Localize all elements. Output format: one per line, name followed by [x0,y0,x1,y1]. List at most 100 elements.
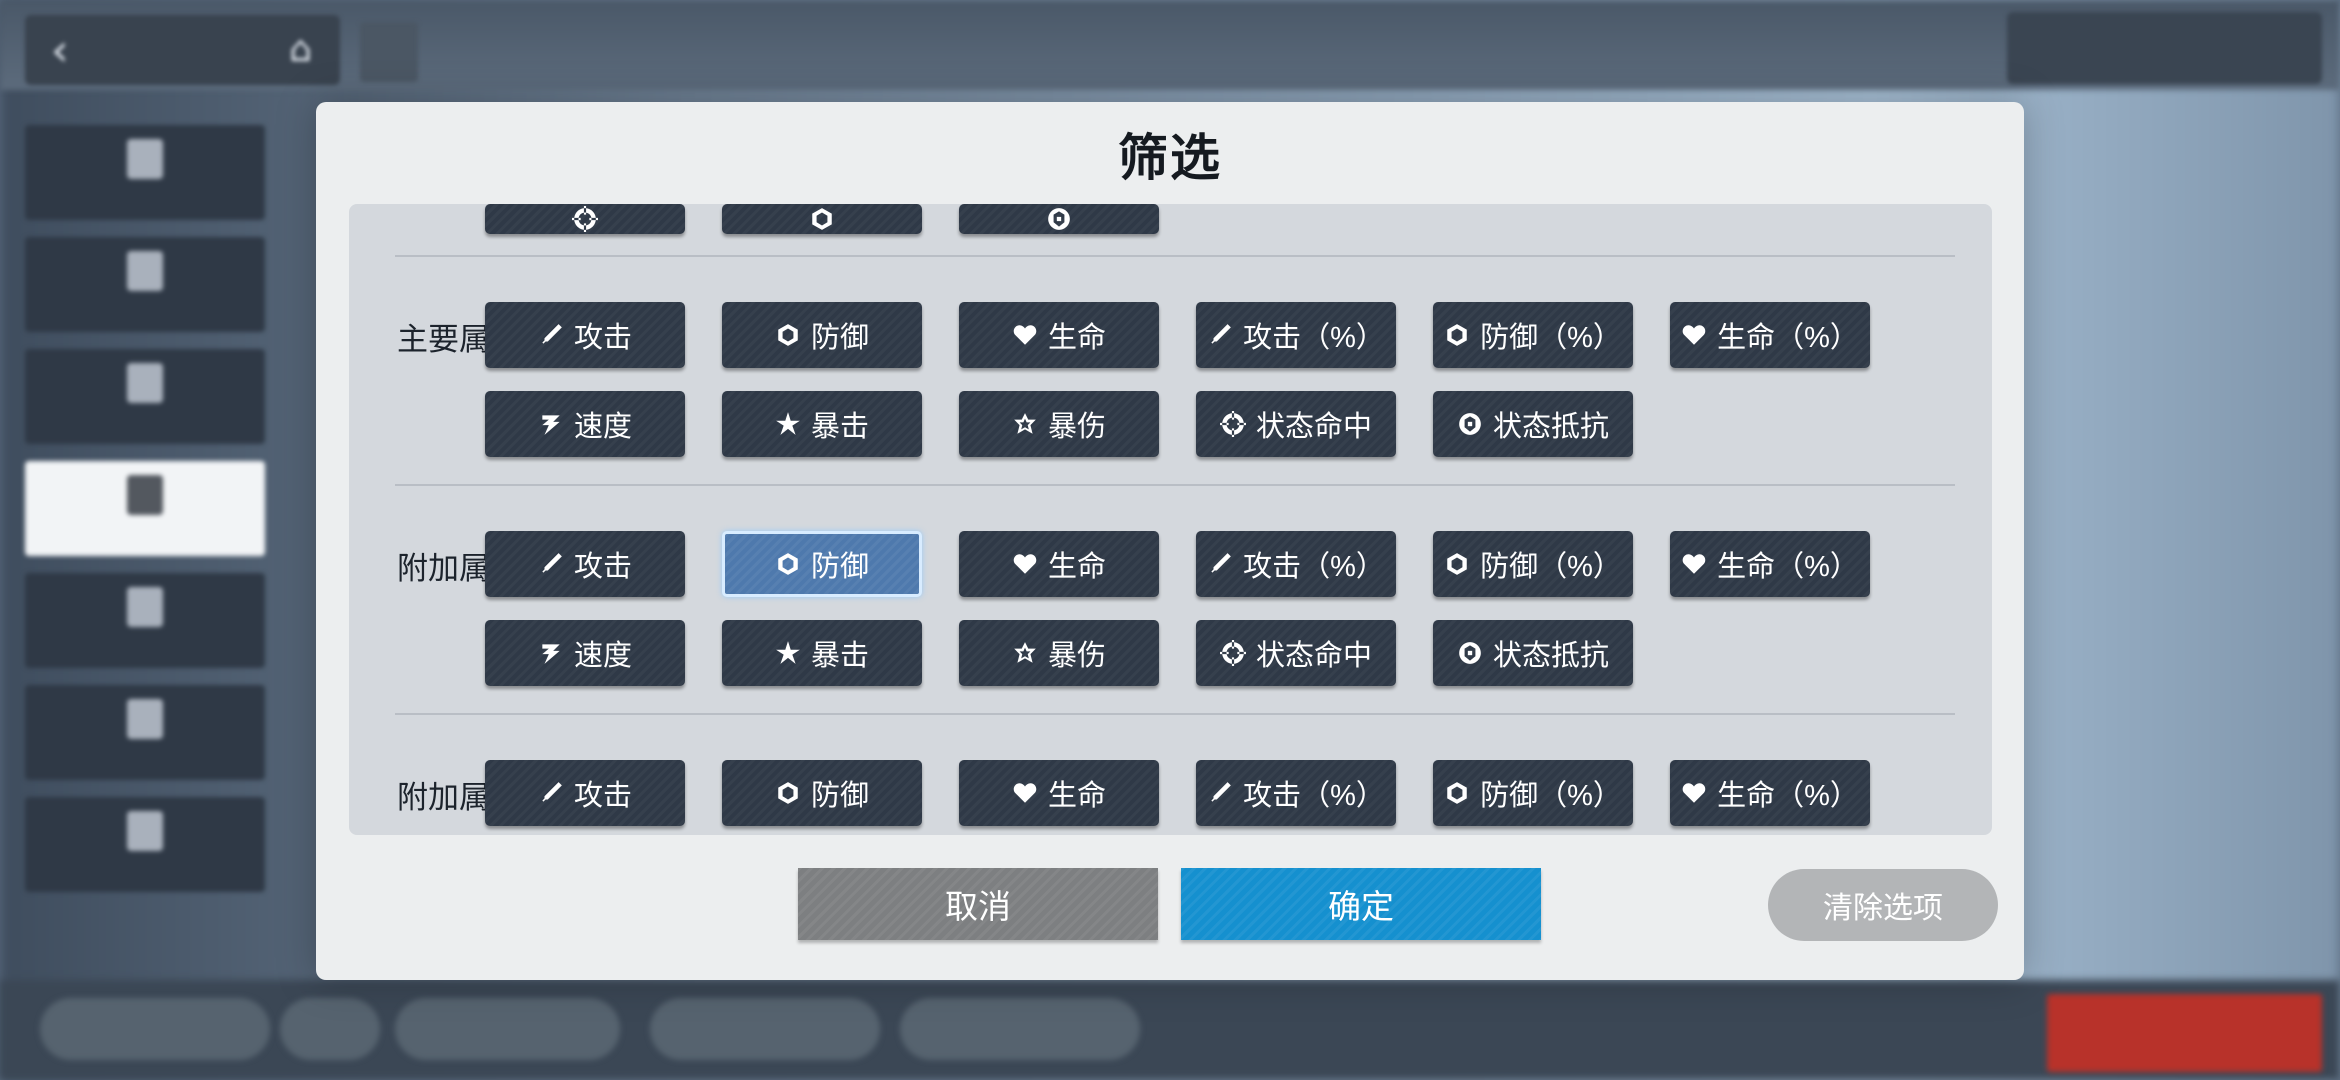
outline-star-icon [1012,411,1038,437]
partial-chip[interactable] [722,204,922,234]
filter-chip[interactable]: 生命 [959,760,1159,826]
filter-chip[interactable]: 状态命中 [1196,620,1396,686]
heart-icon [1012,551,1038,577]
chip-label: 攻击（%） [1243,551,1385,583]
section-divider [395,484,1955,486]
filter-chip[interactable]: 生命 [959,531,1159,597]
sword-icon [538,322,564,348]
chip-label: 状态抵抗 [1492,411,1609,443]
filter-chip[interactable]: 生命（%） [1670,531,1870,597]
filter-chip[interactable]: 暴伤 [959,391,1159,457]
background-sidebar-item-active [25,461,265,556]
filter-chip[interactable]: 状态抵抗 [1433,620,1633,686]
chip-label: 防御（%） [1480,780,1622,812]
chip-label: 防御（%） [1480,551,1622,583]
speed-icon [538,640,564,666]
filter-chip[interactable]: 防御（%） [1433,302,1633,368]
filter-chip[interactable]: 暴击 [722,620,922,686]
filter-chip[interactable]: 攻击 [485,760,685,826]
filter-chip[interactable]: 防御 [722,302,922,368]
section-divider [395,255,1955,257]
background-sidebar-item [25,685,265,780]
filter-chip[interactable]: 速度 [485,620,685,686]
section-divider [395,713,1955,715]
heart-icon [1681,780,1707,806]
chip-label: 攻击 [573,322,632,354]
filter-chip[interactable]: 生命（%） [1670,760,1870,826]
chip-label: 生命（%） [1717,551,1859,583]
background-sidebar-item [25,573,265,668]
background-pill [650,998,880,1060]
filter-dialog: 筛选 主要属性 攻击 防御 生命 攻击（%） 防御（%） 生命（%） 速度 暴击 暴伤 状态命中 状态… [316,102,2024,980]
filter-chip[interactable]: 攻击（%） [1196,531,1396,597]
chip-label: 攻击 [573,780,632,812]
partial-chip[interactable] [959,204,1159,234]
filter-chip[interactable]: 攻击 [485,302,685,368]
chip-label: 暴击 [810,640,869,672]
chip-label: 状态命中 [1255,640,1372,672]
chip-label: 速度 [573,640,632,672]
filter-chip[interactable]: 暴击 [722,391,922,457]
filter-chip[interactable]: 生命 [959,302,1159,368]
chip-label: 状态抵抗 [1492,640,1609,672]
hexagon-shield-icon [1444,551,1470,577]
sword-icon [1207,780,1233,806]
back-arrow-icon: ‹ [51,25,69,76]
burst-star-icon [775,411,801,437]
heart-icon [1012,780,1038,806]
chip-label: 暴击 [810,411,869,443]
target-icon [1220,640,1246,666]
filter-options-panel[interactable]: 主要属性 攻击 防御 生命 攻击（%） 防御（%） 生命（%） 速度 暴击 暴伤 状态命中 状态抵抗附… [349,204,1992,835]
chip-label: 防御（%） [1480,322,1622,354]
filter-chip[interactable]: 暴伤 [959,620,1159,686]
chip-label: 生命（%） [1717,780,1859,812]
sword-icon [1207,551,1233,577]
clear-options-button[interactable]: 清除选项 [1768,869,1998,941]
hexagon-shield-icon [775,551,801,577]
filter-chip[interactable]: 速度 [485,391,685,457]
hexagon-shield-icon [1444,780,1470,806]
background-sidebar-item [25,237,265,332]
chip-label: 暴伤 [1047,411,1106,443]
filter-chip[interactable]: 攻击（%） [1196,760,1396,826]
background-back-button: ‹ ⌂ [25,15,340,85]
filter-chip[interactable]: 状态命中 [1196,391,1396,457]
background-menu-button [360,22,418,82]
chip-label: 防御 [810,551,869,583]
filter-chip[interactable]: 生命（%） [1670,302,1870,368]
chip-label: 生命 [1047,322,1106,354]
heart-icon [1012,322,1038,348]
filter-chip[interactable]: 防御（%） [1433,531,1633,597]
resist-icon [1046,206,1072,232]
background-sidebar [25,125,265,909]
sword-icon [1207,322,1233,348]
lock-icon [809,206,835,232]
target-icon [572,206,598,232]
confirm-button[interactable]: 确定 [1181,868,1541,940]
background-pill [395,998,620,1060]
hexagon-shield-icon [775,780,801,806]
partial-chip[interactable] [485,204,685,234]
chip-label: 速度 [573,411,632,443]
filter-chip[interactable]: 防御（%） [1433,760,1633,826]
background-action-button [2047,994,2322,1072]
background-sidebar-item [25,125,265,220]
chip-label: 防御 [810,322,869,354]
chip-label: 生命（%） [1717,322,1859,354]
burst-star-icon [775,640,801,666]
hexagon-shield-icon [775,322,801,348]
background-sidebar-item [25,797,265,892]
cancel-button[interactable]: 取消 [798,868,1158,940]
chip-label: 攻击（%） [1243,322,1385,354]
target-icon [1220,411,1246,437]
filter-chip[interactable]: 防御 [722,531,922,597]
chip-label: 防御 [810,780,869,812]
filter-chip[interactable]: 状态抵抗 [1433,391,1633,457]
chip-label: 状态命中 [1255,411,1372,443]
background-pill [40,998,270,1060]
dialog-title: 筛选 [1118,128,1222,187]
filter-chip[interactable]: 攻击（%） [1196,302,1396,368]
filter-chip[interactable]: 攻击 [485,531,685,597]
filter-chip[interactable]: 防御 [722,760,922,826]
background-pill [280,998,380,1060]
